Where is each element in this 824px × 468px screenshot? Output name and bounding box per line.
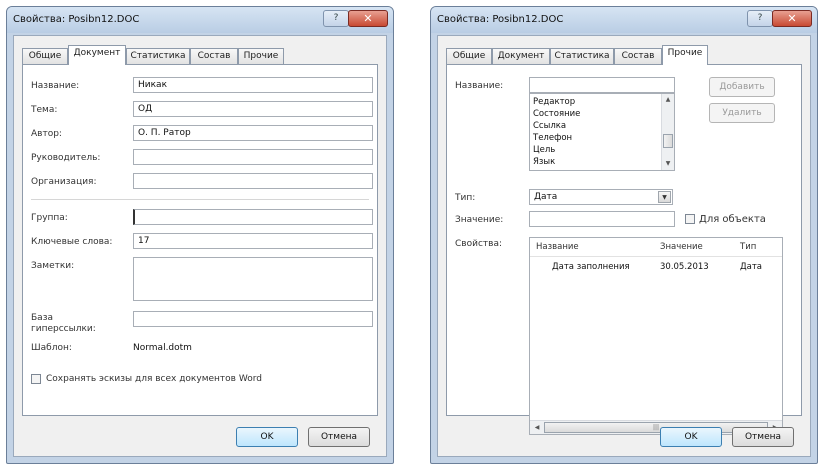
list-item[interactable]: Редактор: [533, 97, 575, 107]
close-button[interactable]: ✕: [772, 10, 812, 27]
comments-label: Заметки:: [31, 261, 75, 271]
list-item[interactable]: Цель: [533, 145, 555, 155]
hyperlink-base-field[interactable]: [133, 311, 373, 327]
list-item[interactable]: Ссылка: [533, 121, 566, 131]
type-label: Тип:: [455, 193, 476, 203]
value-label: Значение:: [455, 215, 504, 225]
dialog-client-area: Общие Документ Статистика Состав Прочие …: [437, 35, 811, 457]
tab-panel-document: Название: Никак Тема: ОД Автор: О. П. Ра…: [22, 64, 378, 416]
scroll-down-arrow-icon[interactable]: ▼: [662, 158, 674, 170]
ok-button[interactable]: OK: [660, 427, 722, 447]
save-preview-label: Сохранять эскизы для всех документов Wor…: [46, 374, 262, 384]
company-label: Организация:: [31, 177, 97, 187]
subject-field[interactable]: ОД: [133, 101, 373, 117]
keywords-label: Ключевые слова:: [31, 237, 113, 247]
window-title: Свойства: Posibn12.DOC: [437, 14, 564, 25]
comments-field[interactable]: [133, 257, 373, 301]
help-button[interactable]: ?: [747, 10, 773, 27]
column-header-type[interactable]: Тип: [740, 242, 756, 252]
row-name-cell: Дата заполнения: [552, 262, 630, 272]
category-field[interactable]: [133, 209, 373, 225]
tab-contents[interactable]: Состав: [190, 48, 238, 64]
dialog-client-area: Общие Документ Статистика Состав Прочие …: [13, 35, 387, 457]
tab-document[interactable]: Документ: [492, 48, 550, 64]
hyperlink-base-label: База гиперссылки:: [31, 313, 96, 334]
list-item[interactable]: Телефон: [533, 133, 572, 143]
type-select[interactable]: Дата ▼: [529, 189, 673, 205]
delete-button[interactable]: Удалить: [709, 103, 775, 123]
template-label: Шаблон:: [31, 343, 72, 353]
author-field[interactable]: О. П. Ратор: [133, 125, 373, 141]
row-type-cell: Дата: [740, 262, 763, 272]
title-bar[interactable]: Свойства: Posibn12.DOC ? ✕: [7, 7, 393, 33]
tab-contents[interactable]: Состав: [614, 48, 662, 64]
scroll-up-arrow-icon[interactable]: ▲: [662, 94, 674, 106]
list-item[interactable]: Состояние: [533, 109, 580, 119]
help-button[interactable]: ?: [323, 10, 349, 27]
name-options-list[interactable]: Редактор Состояние Ссылка Телефон Цель Я…: [529, 93, 675, 171]
title-bar[interactable]: Свойства: Posibn12.DOC ? ✕: [431, 7, 817, 33]
properties-dialog-custom: Свойства: Posibn12.DOC ? ✕ Общие Докумен…: [430, 6, 818, 464]
tab-general[interactable]: Общие: [446, 48, 492, 64]
list-scrollbar[interactable]: ▲ ▼: [661, 94, 674, 170]
column-header-name[interactable]: Название: [536, 242, 579, 252]
properties-label: Свойства:: [455, 239, 502, 249]
title-label: Название:: [31, 81, 80, 91]
cancel-button[interactable]: Отмена: [732, 427, 794, 447]
dropdown-arrow-icon[interactable]: ▼: [658, 191, 671, 203]
cancel-button[interactable]: Отмена: [308, 427, 370, 447]
properties-list-header: Название Значение Тип: [530, 238, 782, 257]
template-value: Normal.dotm: [133, 343, 192, 353]
category-label: Группа:: [31, 213, 68, 223]
list-item[interactable]: Язык: [533, 157, 555, 167]
ok-button[interactable]: OK: [236, 427, 298, 447]
link-to-content-checkbox[interactable]: [685, 214, 695, 224]
author-label: Автор:: [31, 129, 62, 139]
name-label: Название:: [455, 81, 504, 91]
tab-custom[interactable]: Прочие: [238, 48, 284, 64]
properties-dialog-document: Свойства: Posibn12.DOC ? ✕ Общие Докумен…: [6, 6, 394, 464]
save-preview-checkbox[interactable]: [31, 374, 41, 384]
add-button[interactable]: Добавить: [709, 77, 775, 97]
manager-label: Руководитель:: [31, 153, 101, 163]
scroll-left-arrow-icon[interactable]: ◀: [532, 421, 542, 434]
type-select-value: Дата: [534, 192, 558, 202]
row-value-cell: 30.05.2013: [660, 262, 709, 272]
manager-field[interactable]: [133, 149, 373, 165]
name-field[interactable]: [529, 77, 675, 93]
tab-general[interactable]: Общие: [22, 48, 68, 64]
properties-list[interactable]: Название Значение Тип Дата заполнения 30…: [529, 237, 783, 435]
window-title: Свойства: Posibn12.DOC: [13, 14, 140, 25]
close-button[interactable]: ✕: [348, 10, 388, 27]
subject-label: Тема:: [31, 105, 58, 115]
keywords-field[interactable]: 17: [133, 233, 373, 249]
divider: [31, 199, 369, 200]
company-field[interactable]: [133, 173, 373, 189]
tab-panel-custom: Название: Редактор Состояние Ссылка Теле…: [446, 64, 802, 435]
column-header-value[interactable]: Значение: [660, 242, 703, 252]
tab-statistics[interactable]: Статистика: [550, 48, 614, 64]
tab-document[interactable]: Документ: [68, 45, 126, 65]
scroll-thumb[interactable]: [663, 134, 673, 148]
value-field[interactable]: [529, 211, 675, 227]
title-field[interactable]: Никак: [133, 77, 373, 93]
link-to-content-label: Для объекта: [699, 214, 766, 225]
tab-statistics[interactable]: Статистика: [126, 48, 190, 64]
tab-custom[interactable]: Прочие: [662, 45, 708, 65]
